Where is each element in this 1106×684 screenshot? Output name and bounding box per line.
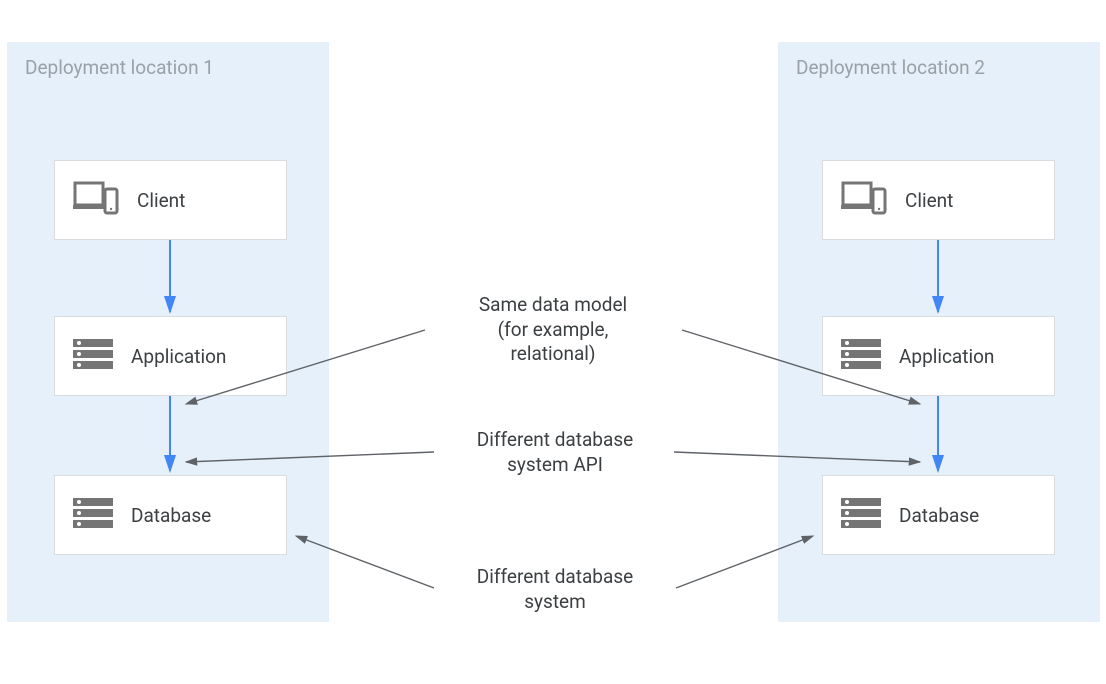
- database-box-left: Database: [54, 475, 287, 555]
- devices-icon: [73, 181, 119, 219]
- annotation-data-model: Same data model (for example, relational…: [428, 293, 678, 367]
- server-icon: [73, 339, 113, 373]
- database-label: Database: [131, 504, 211, 527]
- server-icon: [841, 339, 881, 373]
- application-box-right: Application: [822, 316, 1055, 396]
- region-title-1: Deployment location 1: [25, 56, 311, 79]
- application-label: Application: [899, 345, 994, 368]
- client-box-left: Client: [54, 160, 287, 240]
- annotation-api: Different database system API: [440, 428, 670, 477]
- database-label: Database: [899, 504, 979, 527]
- database-box-right: Database: [822, 475, 1055, 555]
- annotation-system: Different database system: [440, 565, 670, 614]
- client-label: Client: [905, 189, 953, 212]
- region-title-2: Deployment location 2: [796, 56, 1082, 79]
- client-box-right: Client: [822, 160, 1055, 240]
- application-box-left: Application: [54, 316, 287, 396]
- application-label: Application: [131, 345, 226, 368]
- server-icon: [73, 498, 113, 532]
- client-label: Client: [137, 189, 185, 212]
- devices-icon: [841, 181, 887, 219]
- server-icon: [841, 498, 881, 532]
